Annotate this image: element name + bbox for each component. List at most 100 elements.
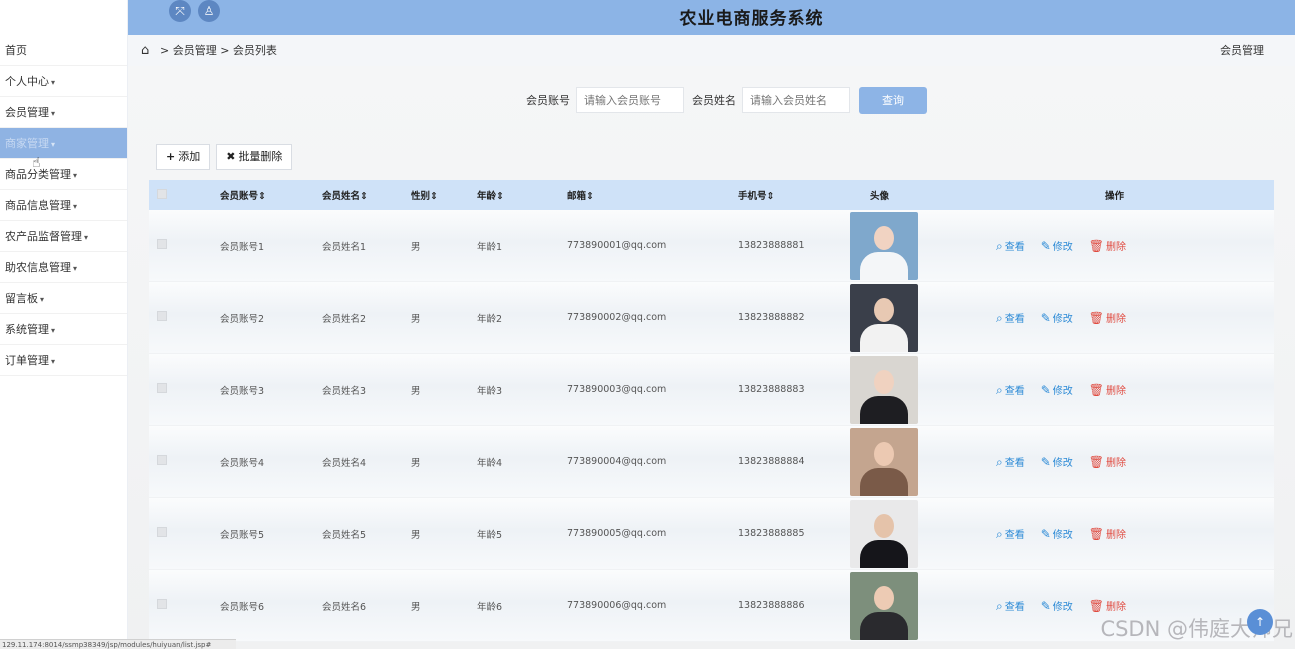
header-age[interactable]: 年龄⇕	[460, 188, 526, 202]
header-sex[interactable]: 性别⇕	[394, 188, 460, 202]
chevron-down-icon: ▾	[51, 78, 56, 87]
view-button[interactable]: ⌕ 查看	[996, 310, 1025, 326]
edit-button[interactable]: ✎ 修改	[1041, 598, 1073, 613]
cell-sex: 男	[411, 241, 421, 253]
view-label: 查看	[1004, 385, 1025, 397]
sidebar-item-label: 会员管理	[5, 106, 49, 119]
sidebar-item[interactable]: 会员管理 ▾	[0, 97, 127, 128]
edit-label: 修改	[1052, 242, 1073, 253]
view-label: 查看	[1004, 313, 1025, 325]
select-all-checkbox[interactable]	[149, 188, 199, 202]
view-button[interactable]: ⌕ 查看	[996, 598, 1025, 614]
sidebar-item[interactable]: 系统管理 ▾	[0, 314, 127, 345]
scroll-top-icon[interactable]: ↑	[1247, 609, 1273, 635]
edit-button[interactable]: ✎ 修改	[1041, 382, 1073, 397]
table-row: 会员账号5 会员姓名5 男 年龄5 773890005@qq.com 1382388888…	[149, 498, 1274, 570]
cell-email: 773890005@qq.com	[567, 528, 667, 539]
chevron-down-icon: ▾	[73, 264, 78, 273]
plus-icon: +	[166, 150, 176, 163]
delete-button[interactable]: 🗑 删除	[1089, 598, 1126, 613]
pencil-icon: ✎	[1040, 527, 1051, 541]
edit-button[interactable]: ✎ 修改	[1041, 526, 1073, 541]
edit-label: 修改	[1052, 386, 1073, 397]
trash-icon: 🗑	[1088, 599, 1105, 613]
view-button[interactable]: ⌕ 查看	[996, 526, 1025, 542]
header-phone[interactable]: 手机号⇕	[696, 188, 837, 202]
sidebar-item[interactable]: 首页	[0, 35, 127, 66]
delete-button[interactable]: 🗑 删除	[1089, 382, 1126, 397]
cell-avatar	[837, 355, 987, 424]
cell-name: 会员姓名4	[322, 457, 367, 469]
cell-avatar	[837, 283, 987, 352]
edit-button[interactable]: ✎ 修改	[1041, 238, 1073, 253]
cell-phone: 13823888885	[738, 528, 805, 539]
delete-button[interactable]: 🗑 删除	[1089, 310, 1126, 325]
chevron-down-icon: ▾	[73, 202, 78, 211]
add-button[interactable]: + 添加	[156, 144, 211, 170]
pencil-icon: ✎	[1040, 383, 1051, 397]
sidebar-item[interactable]: 个人中心 ▾	[0, 66, 127, 97]
edit-button[interactable]: ✎ 修改	[1041, 454, 1073, 469]
view-button[interactable]: ⌕ 查看	[996, 238, 1025, 254]
sidebar-item-label: 助农信息管理	[5, 261, 71, 274]
breadcrumb: ⌂ > 会员管理 > 会员列表 会员管理	[128, 35, 1295, 66]
search-icon: ⌕	[996, 598, 1003, 613]
sidebar-item[interactable]: 农产品监督管理 ▾	[0, 221, 127, 252]
batch-delete-button[interactable]: ✖ 批量删除	[216, 144, 293, 170]
view-button[interactable]: ⌕ 查看	[996, 382, 1025, 398]
sidebar-item[interactable]: 商家管理 ▾ ☝	[0, 128, 127, 171]
header-avatar: 头像	[870, 191, 890, 202]
row-checkbox[interactable]	[149, 455, 199, 468]
chevron-down-icon: ▾	[73, 171, 78, 180]
cell-phone: 13823888882	[738, 312, 805, 323]
view-button[interactable]: ⌕ 查看	[996, 454, 1025, 470]
breadcrumb-path: > 会员管理 > 会员列表	[160, 44, 277, 57]
edit-button[interactable]: ✎ 修改	[1041, 310, 1073, 325]
sidebar-top	[0, 0, 127, 35]
sidebar-item-label: 农产品监督管理	[5, 230, 82, 243]
chevron-down-icon: ▾	[40, 295, 45, 304]
row-checkbox[interactable]	[149, 383, 199, 396]
cell-ops: ⌕ 查看 ✎ 修改 🗑 删除	[987, 454, 1274, 470]
cell-phone: 13823888886	[738, 600, 805, 611]
table-row: 会员账号2 会员姓名2 男 年龄2 773890002@qq.com 1382388888…	[149, 282, 1274, 354]
row-checkbox[interactable]	[149, 311, 199, 324]
sidebar-menu: 首页 个人中心 ▾ 会员管理 ▾ 商家管理 ▾ ☝ 商品分类管理 ▾ 商品信息管理 ▾ 农产品监督管理 ▾…	[0, 35, 127, 376]
table-row: 会员账号3 会员姓名3 男 年龄3 773890003@qq.com 1382388888…	[149, 354, 1274, 426]
sidebar-item[interactable]: 订单管理 ▾	[0, 345, 127, 376]
header-email[interactable]: 邮箱⇕	[526, 188, 696, 202]
cell-email: 773890001@qq.com	[567, 240, 667, 251]
cell-ops: ⌕ 查看 ✎ 修改 🗑 删除	[987, 382, 1274, 398]
add-label: 添加	[178, 150, 201, 163]
sidebar-item[interactable]: 留言板 ▾	[0, 283, 127, 314]
pencil-icon: ✎	[1040, 311, 1051, 325]
name-label: 会员姓名	[692, 94, 736, 107]
name-search-input[interactable]	[742, 87, 850, 113]
sidebar-item[interactable]: 助农信息管理 ▾	[0, 252, 127, 283]
view-label: 查看	[1004, 529, 1025, 541]
search-icon: ⌕	[996, 310, 1003, 325]
delete-label: 删除	[1106, 602, 1127, 613]
delete-button[interactable]: 🗑 删除	[1089, 526, 1126, 541]
table-header: 会员账号⇕ 会员姓名⇕ 性别⇕ 年龄⇕ 邮箱⇕ 手机号⇕ 头像 操作	[149, 180, 1274, 210]
avatar	[850, 211, 918, 280]
cell-ops: ⌕ 查看 ✎ 修改 🗑 删除	[987, 526, 1274, 542]
header-account[interactable]: 会员账号⇕	[199, 188, 300, 202]
home-icon[interactable]: ⌂	[141, 35, 149, 66]
delete-button[interactable]: 🗑 删除	[1089, 454, 1126, 469]
row-checkbox[interactable]	[149, 239, 199, 252]
account-search-input[interactable]	[576, 87, 684, 113]
row-checkbox[interactable]	[149, 527, 199, 540]
header-name[interactable]: 会员姓名⇕	[300, 188, 394, 202]
query-button[interactable]: 查询	[859, 86, 927, 114]
cell-account: 会员账号6	[220, 601, 265, 613]
cell-phone: 13823888881	[738, 240, 805, 251]
cell-age: 年龄6	[477, 601, 503, 613]
sidebar-item[interactable]: 商品分类管理 ▾	[0, 159, 127, 190]
search-icon: ⌕	[996, 526, 1003, 541]
edit-label: 修改	[1052, 530, 1073, 541]
chevron-down-icon: ▾	[51, 326, 56, 335]
sidebar-item[interactable]: 商品信息管理 ▾	[0, 190, 127, 221]
delete-button[interactable]: 🗑 删除	[1089, 238, 1126, 253]
row-checkbox[interactable]	[149, 599, 199, 612]
